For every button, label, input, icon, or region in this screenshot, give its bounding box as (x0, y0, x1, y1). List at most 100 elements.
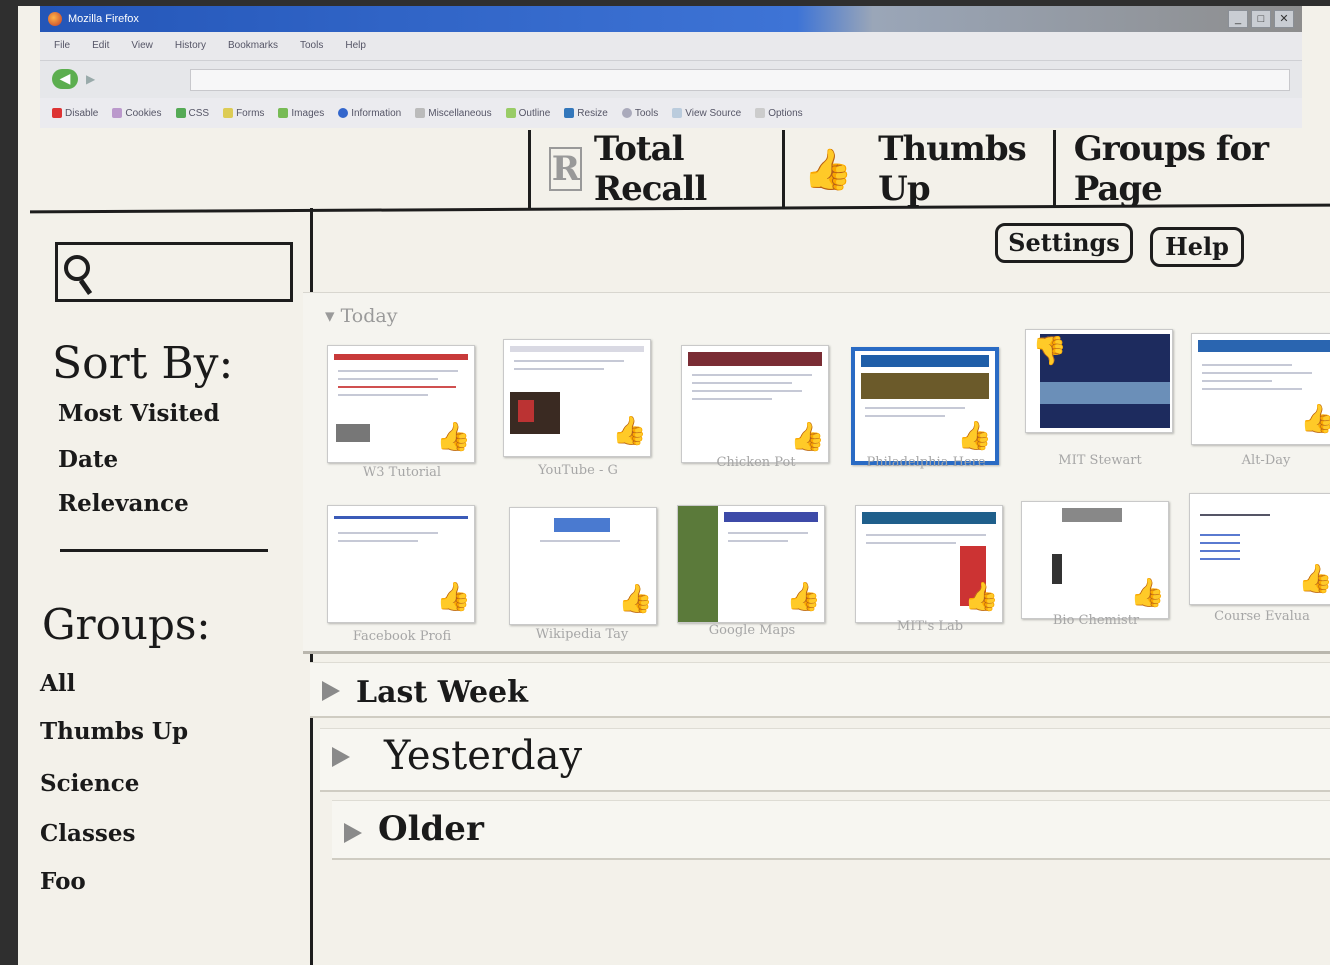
top-tabs: R Total Recall 👍 Thumbs Up Groups for Pa… (528, 129, 1330, 209)
browser-navbar: ◀ ▶ (40, 60, 1302, 98)
thumbnail-caption: MIT's Lab (896, 619, 964, 634)
devbar-outline[interactable]: Outline (505, 108, 550, 119)
settings-button[interactable]: Settings (995, 223, 1133, 263)
page-thumbnail[interactable]: 👍 (509, 507, 657, 625)
page-thumbnail[interactable]: 👍 (327, 345, 475, 463)
close-icon[interactable]: ✕ (1274, 10, 1294, 28)
url-bar[interactable] (190, 69, 1290, 91)
thumbnail-caption: YouTube - G (538, 463, 618, 478)
browser-titlebar: Mozilla Firefox _ □ ✕ (40, 6, 1302, 32)
expand-triangle-icon (344, 823, 362, 843)
search-input[interactable] (55, 242, 293, 302)
groups-heading: Groups: (42, 600, 211, 649)
thumbs-down-icon[interactable]: 👎 (1032, 334, 1067, 368)
thumbs-up-icon[interactable]: 👍 (436, 420, 471, 454)
page-thumbnail[interactable]: 👎 (1025, 329, 1173, 433)
menu-edit[interactable]: Edit (92, 32, 109, 60)
group-classes[interactable]: Classes (40, 820, 135, 847)
expand-triangle-icon (332, 747, 350, 767)
page-thumbnail[interactable]: 👍 (327, 505, 475, 623)
images-icon (278, 108, 289, 118)
search-icon (64, 255, 90, 281)
devbar-css[interactable]: CSS (175, 108, 209, 119)
devbar-images[interactable]: Images (278, 108, 324, 119)
today-panel: ▾ Today 👍 👍 👍 👍 👎 👍 W3 Tutorial (303, 292, 1330, 654)
thumbs-up-icon[interactable]: 👍 (612, 414, 647, 448)
devbar-cookies[interactable]: Cookies (112, 108, 162, 119)
page-thumbnail[interactable]: 👍 (1021, 501, 1169, 619)
tab-groups-for-page[interactable]: Groups for Page (1052, 129, 1330, 209)
thumbs-up-icon[interactable]: 👍 (1130, 576, 1165, 610)
browser-title: Mozilla Firefox (68, 13, 139, 25)
minimize-icon[interactable]: _ (1228, 10, 1248, 28)
maximize-icon[interactable]: □ (1251, 10, 1271, 28)
page-thumbnail[interactable]: 👍 (503, 339, 651, 457)
thumbs-up-icon[interactable]: 👍 (618, 582, 653, 616)
page-thumbnail[interactable]: 👍 (681, 345, 829, 463)
last-week-section[interactable]: Last Week (310, 662, 1330, 718)
sort-option-date[interactable]: Date (58, 446, 118, 473)
group-science[interactable]: Science (40, 770, 139, 797)
older-section[interactable]: Older (332, 800, 1330, 860)
thumbs-up-icon[interactable]: 👍 (957, 419, 992, 453)
tab-thumbs-up[interactable]: 👍 Thumbs Up (782, 129, 1052, 209)
menu-file[interactable]: File (54, 32, 70, 60)
total-recall-logo-icon: R (549, 147, 582, 191)
older-label: Older (378, 809, 484, 849)
information-icon (338, 108, 349, 118)
resize-icon (564, 108, 575, 118)
thumbs-up-icon[interactable]: 👍 (436, 580, 471, 614)
thumbnail-caption: Course Evalua (1214, 609, 1310, 624)
devbar-information[interactable]: Information (338, 108, 401, 119)
devbar-resize[interactable]: Resize (564, 108, 608, 119)
menu-history[interactable]: History (175, 32, 206, 60)
thumbs-up-icon[interactable]: 👍 (786, 580, 821, 614)
disable-icon (52, 108, 62, 118)
thumbnail-caption: MIT Stewart (1058, 453, 1142, 468)
browser-menubar: File Edit View History Bookmarks Tools H… (40, 32, 1302, 60)
group-thumbs-up[interactable]: Thumbs Up (40, 718, 188, 745)
page-thumbnail[interactable]: 👍 (1189, 493, 1330, 605)
page-thumbnail[interactable]: 👍 (1191, 333, 1330, 445)
menu-tools[interactable]: Tools (300, 32, 323, 60)
yesterday-label: Yesterday (384, 733, 583, 779)
today-section-toggle[interactable]: ▾ Today (325, 305, 397, 327)
forms-icon (223, 108, 234, 118)
tab-total-recall[interactable]: R Total Recall (528, 129, 782, 209)
devbar-forms[interactable]: Forms (223, 108, 264, 119)
forward-arrow-icon[interactable]: ▶ (86, 71, 104, 87)
menu-bookmarks[interactable]: Bookmarks (228, 32, 278, 60)
thumbs-up-icon[interactable]: 👍 (790, 420, 825, 454)
thumbnail-caption: Google Maps (708, 623, 796, 638)
thumbnail-caption: W3 Tutorial (362, 465, 442, 480)
css-icon (175, 108, 186, 118)
help-button[interactable]: Help (1150, 227, 1244, 267)
page-thumbnail[interactable]: 👍 (677, 505, 825, 623)
group-foo[interactable]: Foo (40, 868, 86, 895)
devbar-miscellaneous[interactable]: Miscellaneous (415, 108, 492, 119)
thumbs-up-icon: 👍 (803, 146, 853, 193)
thumbs-up-icon[interactable]: 👍 (1298, 562, 1330, 596)
devbar-view-source[interactable]: View Source (672, 108, 741, 119)
menu-help[interactable]: Help (345, 32, 366, 60)
back-arrow-icon[interactable]: ◀ (52, 69, 78, 89)
expand-triangle-icon (322, 681, 340, 701)
thumbs-up-icon[interactable]: 👍 (964, 580, 999, 614)
menu-view[interactable]: View (131, 32, 153, 60)
page-thumbnail[interactable]: 👍 (851, 347, 999, 465)
sort-option-relevance[interactable]: Relevance (58, 490, 189, 517)
thumbnail-caption: Facebook Profi (352, 629, 452, 644)
miscellaneous-icon (415, 108, 426, 118)
page-thumbnail[interactable]: 👍 (855, 505, 1003, 623)
thumbs-up-icon[interactable]: 👍 (1300, 402, 1330, 436)
sort-by-heading: Sort By: (52, 338, 234, 389)
yesterday-section[interactable]: Yesterday (320, 728, 1330, 792)
thumbnail-caption: Wikipedia Tay (535, 627, 629, 642)
group-all[interactable]: All (40, 670, 75, 697)
devbar-options[interactable]: Options (755, 108, 803, 119)
devbar-disable[interactable]: Disable (52, 108, 98, 119)
devbar-tools[interactable]: Tools (621, 108, 658, 119)
last-week-label: Last Week (356, 675, 528, 710)
sort-option-most-visited[interactable]: Most Visited (58, 400, 220, 427)
today-label: Today (340, 305, 398, 327)
